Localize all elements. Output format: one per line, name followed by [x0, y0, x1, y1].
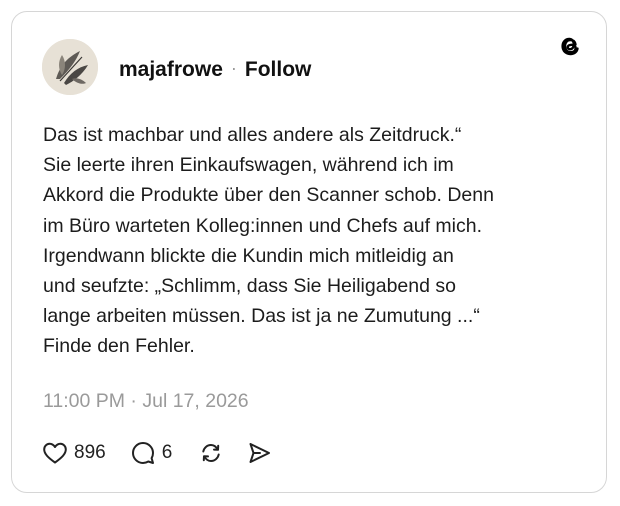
post-header: majafrowe · Follow: [119, 58, 311, 82]
post-line: Das ist machbar und alles andere als Zei…: [43, 124, 462, 146]
username[interactable]: majafrowe: [119, 58, 223, 82]
reply-count: 6: [161, 442, 173, 463]
repost-icon: [202, 443, 220, 463]
speech-bubble-icon: [131, 442, 154, 464]
post-line: im Büro warteten Kolleg:innen und Chefs …: [43, 214, 482, 237]
follow-button[interactable]: Follow: [245, 58, 312, 82]
threads-logo-icon[interactable]: [556, 32, 584, 60]
post-text: Das ist machbar und alles andere als Zei…: [43, 120, 588, 362]
heart-icon: [43, 442, 67, 464]
like-count: 896: [74, 442, 106, 463]
separator-dot: ·: [230, 58, 237, 78]
action-bar: 896 6: [42, 440, 272, 466]
send-icon: [249, 443, 271, 463]
post-line: und seufzte: „Schlimm, dass Sie Heiligab…: [43, 275, 456, 298]
post-line: Irgendwann blickte die Kundin mich mitle…: [43, 244, 454, 267]
share-button[interactable]: [246, 440, 272, 466]
avatar[interactable]: [42, 39, 98, 95]
post-card: majafrowe · Follow Das ist machbar und a…: [11, 11, 607, 493]
avatar-image: [42, 39, 98, 95]
post-line: Akkord die Produkte über den Scanner sch…: [43, 184, 494, 207]
reply-button[interactable]: 6: [130, 440, 173, 466]
post-line: Finde den Fehler.: [43, 335, 195, 358]
post-line: lange arbeiten müssen. Das ist ja ne Zum…: [43, 305, 480, 328]
repost-button[interactable]: [198, 440, 224, 466]
like-button[interactable]: 896: [42, 441, 106, 465]
post-line: Sie leerte ihren Einkaufswagen, während …: [43, 154, 454, 177]
post-timestamp[interactable]: 11:00 PM · Jul 17, 2026: [43, 390, 249, 413]
